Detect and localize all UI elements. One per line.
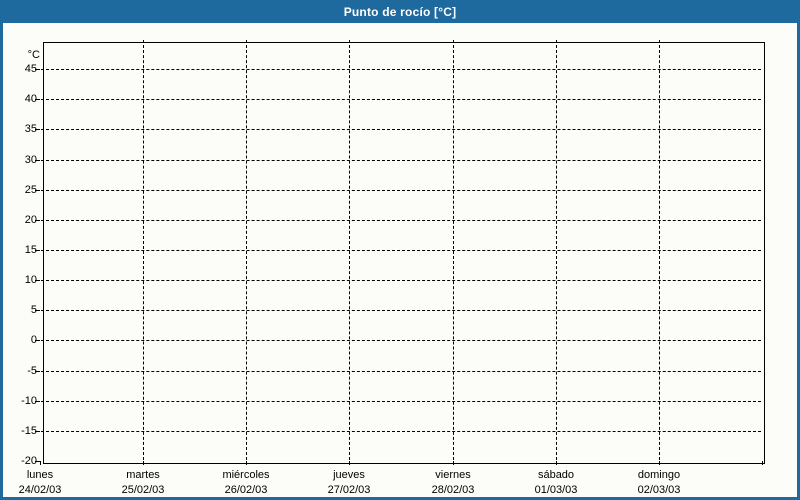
- y-tick-label: 0: [30, 334, 37, 346]
- y-tick-label: -15: [21, 425, 37, 437]
- y-tick-label: 25: [24, 184, 37, 196]
- x-date-label: 02/03/03: [637, 484, 681, 496]
- y-tick-label: 40: [24, 93, 37, 105]
- y-tick-label: 45: [24, 63, 37, 75]
- y-tick-label: -10: [21, 395, 37, 407]
- gridline-horizontal: [41, 160, 761, 161]
- x-day-label: miércoles: [222, 469, 270, 481]
- gridline-horizontal: [41, 69, 761, 70]
- x-axis-tick: [246, 461, 247, 465]
- gridline-vertical: [659, 40, 660, 460]
- gridline-vertical: [453, 40, 454, 460]
- x-day-label: martes: [126, 469, 160, 481]
- x-date-label: 26/02/03: [224, 484, 268, 496]
- gridline-vertical: [143, 40, 144, 460]
- gridline-horizontal: [41, 340, 761, 341]
- gridline-vertical: [556, 40, 557, 460]
- gridline-horizontal: [41, 220, 761, 221]
- y-tick-label: 20: [24, 214, 37, 226]
- x-date-label: 24/02/03: [18, 484, 62, 496]
- y-axis-unit: °C: [27, 49, 40, 61]
- gridline-vertical: [349, 40, 350, 460]
- gridline-horizontal: [41, 129, 761, 130]
- titlebar: Punto de rocío [°C]: [3, 3, 797, 23]
- gridline-horizontal: [41, 371, 761, 372]
- gridline-horizontal: [41, 99, 761, 100]
- x-date-label: 01/03/03: [534, 484, 578, 496]
- gridline-horizontal: [41, 280, 761, 281]
- chart-window: Punto de rocío [°C] °C 45 40 35 30 25 20 15 10 5…: [0, 0, 800, 500]
- x-day-label: lunes: [26, 469, 54, 481]
- y-tick-label: 15: [24, 244, 37, 256]
- y-tick-label: 5: [30, 304, 37, 316]
- x-axis-tick: [659, 461, 660, 465]
- x-date-label: 28/02/03: [431, 484, 475, 496]
- x-axis-tick: [453, 461, 454, 465]
- x-axis-tick: [40, 461, 41, 465]
- x-day-label: viernes: [435, 469, 471, 481]
- gridline-horizontal: [41, 431, 761, 432]
- gridline-horizontal: [41, 310, 761, 311]
- x-day-label: jueves: [333, 469, 365, 481]
- gridline-horizontal: [41, 401, 761, 402]
- x-axis-tick: [349, 461, 350, 465]
- y-tick-label: 30: [24, 154, 37, 166]
- x-day-label: sábado: [537, 469, 575, 481]
- y-tick-label: 10: [24, 274, 37, 286]
- x-day-label: domingo: [637, 469, 681, 481]
- x-date-label: 27/02/03: [327, 484, 371, 496]
- gridline-horizontal: [41, 250, 761, 251]
- gridline-horizontal: [41, 190, 761, 191]
- x-axis-tick: [556, 461, 557, 465]
- y-tick-label: -20: [21, 455, 37, 467]
- x-axis-tick: [762, 461, 763, 465]
- x-date-label: 25/02/03: [121, 484, 165, 496]
- x-axis-tick: [143, 461, 144, 465]
- y-tick-label: -5: [27, 365, 37, 377]
- y-tick-label: 35: [24, 123, 37, 135]
- gridline-vertical: [246, 40, 247, 460]
- chart-title: Punto de rocío [°C]: [343, 4, 457, 19]
